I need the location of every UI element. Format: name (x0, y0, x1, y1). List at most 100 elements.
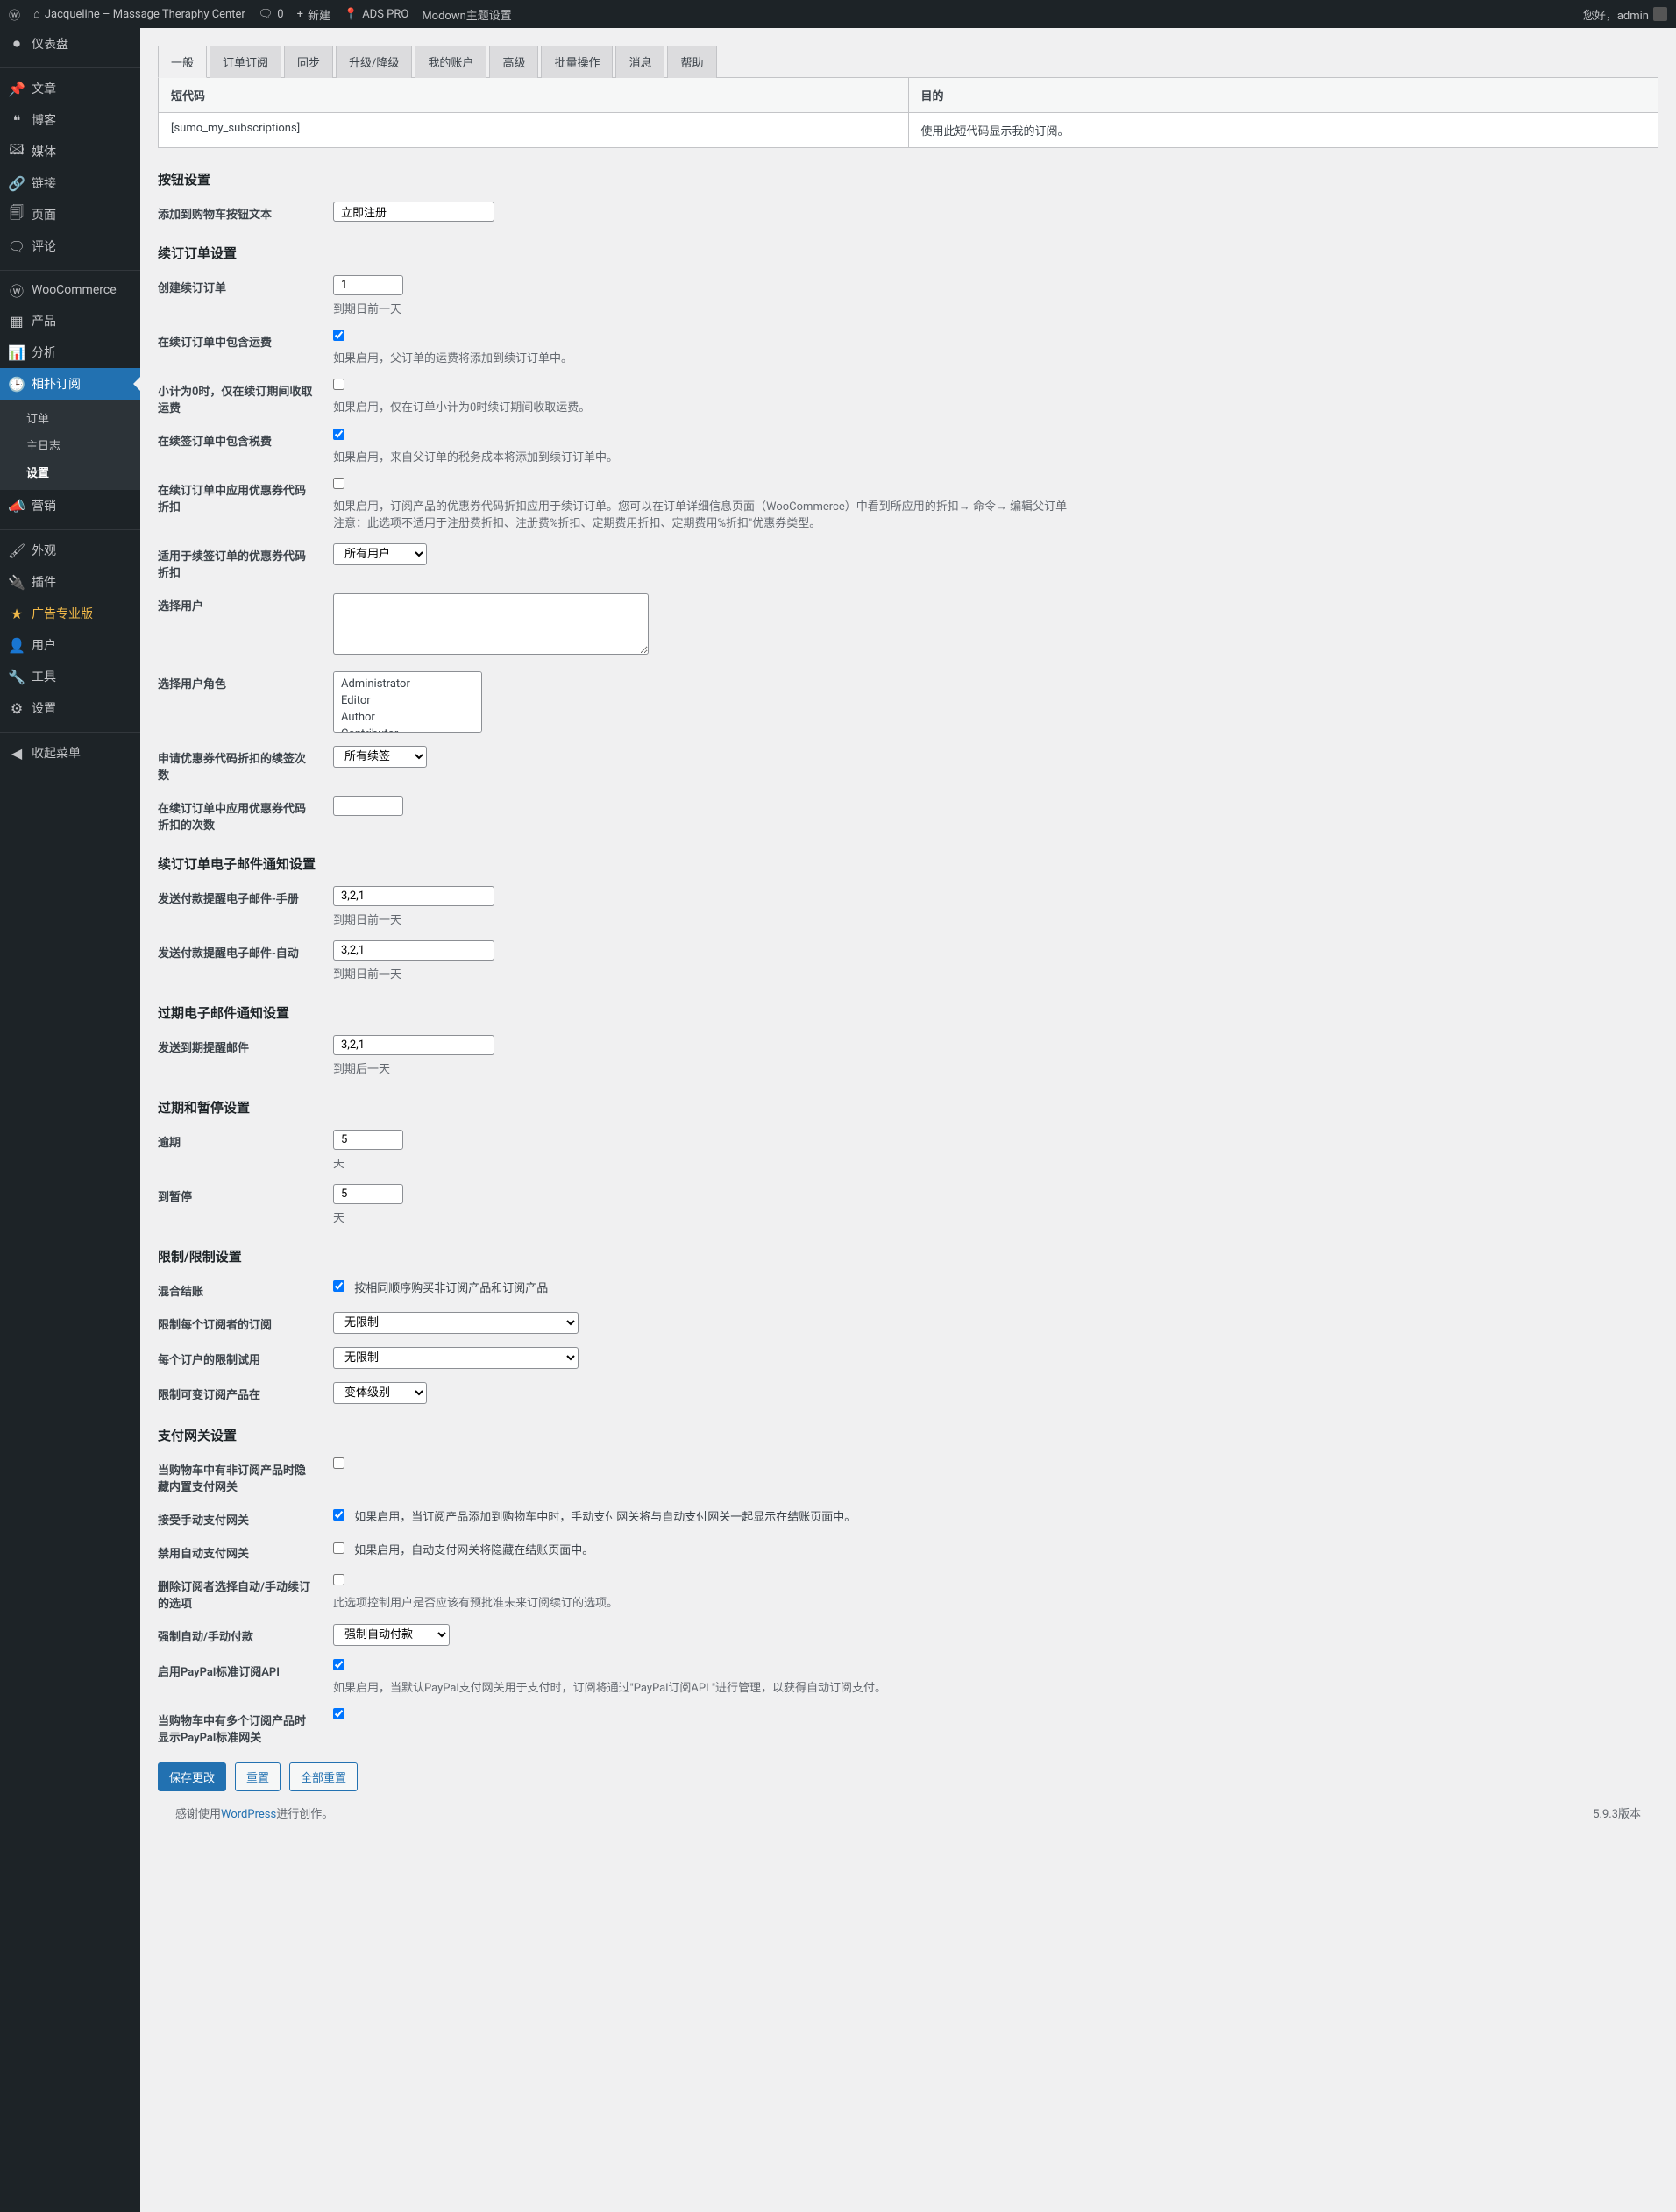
reset-button[interactable]: 重置 (235, 1762, 281, 1791)
reset-all-button[interactable]: 全部重置 (289, 1762, 358, 1791)
label-coupon: 在续订订单中应用优惠券代码折扣 (158, 478, 333, 514)
menu-subscriptions[interactable]: 🕒相扑订阅 (0, 368, 140, 400)
help-expiry: 天 (333, 1209, 1658, 1225)
dashboard-icon: ⏺ (9, 36, 25, 52)
label-select-role: 选择用户角色 (158, 671, 333, 691)
section-expiry: 过期和暂停设置 (158, 1098, 1658, 1117)
sub-master[interactable]: 主日志 (0, 431, 140, 458)
menu-settings[interactable]: ⚙设置 (0, 692, 140, 724)
save-button[interactable]: 保存更改 (158, 1762, 226, 1791)
input-email-manual[interactable] (333, 886, 494, 906)
sub-settings[interactable]: 设置 (0, 458, 140, 486)
text-disable-auto: 如果启用，自动支付网关将隐藏在结账页面中。 (354, 1544, 593, 1557)
textarea-select-user[interactable] (333, 593, 649, 655)
section-overdue-email: 过期电子邮件通知设置 (158, 1003, 1658, 1022)
tab-advanced[interactable]: 高级 (489, 46, 538, 78)
tab-upgrade[interactable]: 升级/降级 (336, 46, 412, 78)
menu-tools[interactable]: 🔧工具 (0, 661, 140, 692)
tab-messages[interactable]: 消息 (615, 46, 664, 78)
label-limit-trial: 每个订户的限制试用 (158, 1347, 333, 1367)
tab-sync[interactable]: 同步 (284, 46, 333, 78)
menu-marketing[interactable]: 📣营销 (0, 490, 140, 521)
checkbox-paypal[interactable] (333, 1659, 344, 1670)
label-discount-times: 在续订订单中应用优惠券代码折扣的次数 (158, 796, 333, 833)
footer-wordpress-link[interactable]: WordPress (221, 1808, 276, 1821)
menu-links[interactable]: 🔗链接 (0, 167, 140, 199)
tab-my-account[interactable]: 我的账户 (415, 46, 486, 78)
admin-sidebar: ⏺仪表盘 📌文章 ❝博客 🖾媒体 🔗链接 🗐页面 🗨评论 ⓦWooCommerc… (0, 28, 140, 2212)
ads-pro-link[interactable]: 📍 ADS PRO (344, 8, 408, 21)
wp-logo[interactable]: ⓦ (9, 6, 20, 23)
sub-orders[interactable]: 订单 (0, 404, 140, 431)
multiselect-roles[interactable]: Administrator Editor Author Contributor (333, 671, 482, 733)
site-link[interactable]: ⌂ Jacqueline – Massage Theraphy Center (33, 7, 245, 21)
role-option[interactable]: Administrator (337, 676, 478, 692)
menu-analytics[interactable]: 📊分析 (0, 337, 140, 368)
help-paypal: 如果启用，当默认PayPal支付网关用于支付时，订阅将通过"PayPal订阅AP… (333, 1678, 1658, 1695)
role-option[interactable]: Editor (337, 692, 478, 709)
submenu-subscriptions: 订单 主日志 设置 (0, 400, 140, 490)
input-overdue-email[interactable] (333, 1035, 494, 1055)
menu-pages[interactable]: 🗐页面 (0, 199, 140, 230)
menu-blog[interactable]: ❝博客 (0, 104, 140, 136)
menu-users[interactable]: 👤用户 (0, 629, 140, 661)
checkbox-subtotal[interactable] (333, 379, 344, 390)
menu-woocommerce[interactable]: ⓦWooCommerce (0, 275, 140, 305)
tab-general[interactable]: 一般 (158, 46, 207, 78)
menu-products[interactable]: ▦产品 (0, 305, 140, 337)
checkbox-hide-gateway[interactable] (333, 1457, 344, 1469)
menu-appearance[interactable]: 🖌外观 (0, 535, 140, 566)
input-button-text[interactable] (333, 202, 494, 222)
tab-help[interactable]: 帮助 (667, 46, 716, 78)
role-option[interactable]: Author (337, 709, 478, 726)
new-link[interactable]: + 新建 (297, 6, 330, 23)
menu-media[interactable]: 🖾媒体 (0, 136, 140, 167)
help-coupon: 如果启用，订阅产品的优惠券代码折扣应用于续订订单。您可以在订单详细信息页面（Wo… (333, 497, 1658, 530)
label-force-pay: 强制自动/手动付款 (158, 1624, 333, 1644)
menu-comments[interactable]: 🗨评论 (0, 230, 140, 262)
checkbox-disable-auto[interactable] (333, 1542, 344, 1554)
menu-dashboard[interactable]: ⏺仪表盘 (0, 28, 140, 60)
menu-ads-pro[interactable]: ★广告专业版 (0, 598, 140, 629)
tab-order-sub[interactable]: 订单订阅 (210, 46, 281, 78)
footer-thanks-prefix: 感谢使用 (175, 1808, 221, 1821)
text-mixed: 按相同顺序购买非订阅产品和订阅产品 (354, 1282, 548, 1295)
input-overdue[interactable] (333, 1130, 403, 1150)
select-renewal-count[interactable]: 所有续签 (333, 746, 427, 768)
checkbox-coupon[interactable] (333, 478, 344, 489)
page-icon: 🗐 (9, 207, 25, 223)
menu-plugins[interactable]: 🔌插件 (0, 566, 140, 598)
greeting-link[interactable]: 您好，admin (1583, 6, 1667, 23)
checkbox-tax[interactable] (333, 429, 344, 440)
label-tax: 在续签订单中包含税费 (158, 429, 333, 449)
label-limit-sub: 限制每个订阅者的订阅 (158, 1312, 333, 1332)
role-option[interactable]: Contributor (337, 726, 478, 733)
gear-icon: ⚙ (9, 700, 25, 716)
menu-posts[interactable]: 📌文章 (0, 73, 140, 104)
analytics-icon: 📊 (9, 344, 25, 360)
label-expiry: 到暂停 (158, 1184, 333, 1204)
input-expiry[interactable] (333, 1184, 403, 1204)
select-force-pay[interactable]: 强制自动付款 (333, 1624, 450, 1646)
checkbox-multi-paypal[interactable] (333, 1708, 344, 1719)
input-email-auto[interactable] (333, 940, 494, 961)
checkbox-mixed[interactable] (333, 1280, 344, 1292)
input-discount-times[interactable] (333, 796, 403, 816)
select-limit-variant[interactable]: 变体级别 (333, 1382, 427, 1404)
pin-icon: 📌 (9, 81, 25, 96)
comments-link[interactable]: 🗨 0 (259, 8, 284, 21)
input-create-renewal[interactable] (333, 275, 403, 295)
checkbox-delete-sub[interactable] (333, 1574, 344, 1585)
label-delete-sub: 删除订阅者选择自动/手动续订的选项 (158, 1574, 333, 1611)
select-limit-trial[interactable]: 无限制 (333, 1347, 579, 1369)
checkbox-manual-gateway[interactable] (333, 1509, 344, 1521)
checkbox-shipping[interactable] (333, 330, 344, 341)
select-limit-sub[interactable]: 无限制 (333, 1312, 579, 1334)
avatar-icon (1653, 7, 1667, 21)
modown-link[interactable]: Modown主题设置 (422, 6, 511, 23)
help-overdue-email: 到期后一天 (333, 1060, 1658, 1076)
menu-collapse[interactable]: ◀收起菜单 (0, 737, 140, 769)
select-discount-user[interactable]: 所有用户 (333, 543, 427, 565)
section-email: 续订订单电子邮件通知设置 (158, 854, 1658, 873)
tab-bulk[interactable]: 批量操作 (541, 46, 613, 78)
